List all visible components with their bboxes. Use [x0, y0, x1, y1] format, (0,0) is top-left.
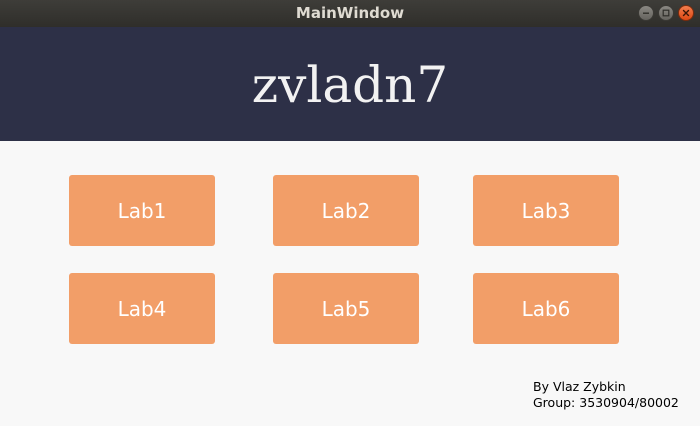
author-label: By Vlaz Zybkin	[533, 379, 626, 394]
lab1-button[interactable]: Lab1	[69, 175, 215, 246]
main-window: MainWindow zvladn7 Lab1 Lab2 Lab3 Lab4 L…	[0, 0, 700, 426]
lab3-button[interactable]: Lab3	[473, 175, 619, 246]
lab5-button[interactable]: Lab5	[273, 273, 419, 344]
lab4-button[interactable]: Lab4	[69, 273, 215, 344]
window-title: MainWindow	[295, 4, 405, 22]
window-controls	[638, 5, 694, 21]
app-title: zvladn7	[251, 56, 449, 114]
minimize-button[interactable]	[638, 5, 654, 21]
lab2-button[interactable]: Lab2	[273, 175, 419, 246]
group-label: Group: 3530904/80002	[533, 395, 679, 410]
title-bar[interactable]: MainWindow	[0, 0, 700, 27]
maximize-icon	[662, 9, 670, 17]
header-banner: zvladn7	[0, 27, 700, 141]
maximize-button[interactable]	[658, 5, 674, 21]
lab6-button[interactable]: Lab6	[473, 273, 619, 344]
close-button[interactable]	[678, 5, 694, 21]
minimize-icon	[643, 12, 649, 14]
credits: By Vlaz Zybkin Group: 3530904/80002	[533, 379, 679, 411]
close-icon	[682, 9, 690, 17]
